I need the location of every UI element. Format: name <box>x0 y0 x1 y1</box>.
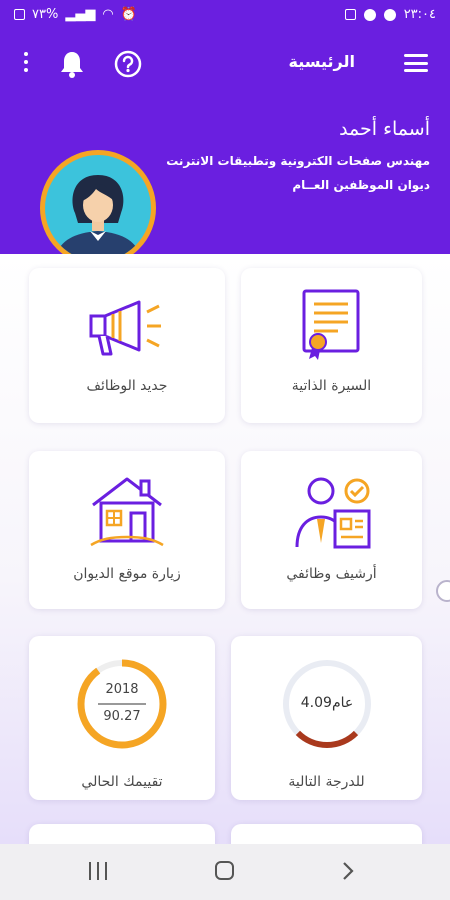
next-grade-unit: عام <box>331 695 354 711</box>
system-nav-bar <box>0 844 450 900</box>
next-grade-card[interactable]: عام4.09 للدرجة التالية <box>231 636 422 800</box>
rating-label: تقييمك الحالي <box>81 774 163 790</box>
app-header: الرئيسية أسماء أحمد مهندس صفحات الكتروني… <box>0 30 450 266</box>
user-department: ديوان الموظفين العــام <box>292 178 430 192</box>
cv-card[interactable]: السيرة الذاتية <box>241 268 422 423</box>
user-job-title: مهندس صفحات الكترونية وتطبيقات الانترنت <box>166 154 430 168</box>
more-vertical-icon[interactable] <box>22 52 30 76</box>
status-right: ٢٣:٠٤ <box>344 7 436 22</box>
megaphone-icon <box>89 300 161 356</box>
status-left: ٧٣% ▂▄▆ ◠ ⏰ <box>14 7 137 22</box>
recent-apps-icon[interactable] <box>89 862 107 880</box>
rating-year: 2018 <box>105 682 139 697</box>
next-grade-value: 4.09 <box>300 695 332 711</box>
next-grade-label: للدرجة التالية <box>288 774 365 790</box>
archive-label: أرشيف وظائفي <box>286 566 377 582</box>
wifi-icon: ◠ <box>102 7 114 22</box>
alarm-icon: ⏰ <box>120 7 137 22</box>
help-circle-icon[interactable] <box>114 50 142 78</box>
house-icon <box>90 477 164 547</box>
female-avatar-icon <box>55 175 141 261</box>
calendar-icon <box>344 9 356 20</box>
hamburger-menu-icon[interactable] <box>404 54 428 72</box>
next-grade-value-line: عام4.09 <box>281 695 373 711</box>
rating-card[interactable]: 2018 90.27 تقييمك الحالي <box>29 636 215 800</box>
whatsapp-icon <box>383 8 396 21</box>
avatar[interactable] <box>40 150 156 266</box>
bell-icon[interactable] <box>56 48 88 80</box>
rating-gauge <box>77 659 167 749</box>
page-title: الرئيسية <box>288 52 356 71</box>
home-icon[interactable] <box>215 861 234 880</box>
rating-score: 90.27 <box>103 709 141 724</box>
new-jobs-card[interactable]: جديد الوظائف <box>29 268 225 423</box>
status-time: ٢٣:٠٤ <box>403 7 436 22</box>
signal-icon: ▂▄▆ <box>65 7 96 22</box>
back-chevron-icon[interactable] <box>340 860 356 882</box>
cv-label: السيرة الذاتية <box>291 378 372 394</box>
certificate-icon <box>302 289 360 360</box>
new-jobs-label: جديد الوظائف <box>86 378 168 394</box>
employee-archive-icon <box>295 477 371 549</box>
phone-icon <box>363 8 376 21</box>
battery-level: ٧٣% <box>32 7 59 22</box>
visit-site-card[interactable]: زيارة موقع الديوان <box>29 451 225 609</box>
user-name: أسماء أحمد <box>339 118 430 140</box>
status-bar: ٧٣% ▂▄▆ ◠ ⏰ ٢٣:٠٤ <box>0 0 450 30</box>
visit-site-label: زيارة موقع الديوان <box>73 566 181 582</box>
screenshot-icon <box>14 9 25 20</box>
archive-card[interactable]: أرشيف وظائفي <box>241 451 422 609</box>
